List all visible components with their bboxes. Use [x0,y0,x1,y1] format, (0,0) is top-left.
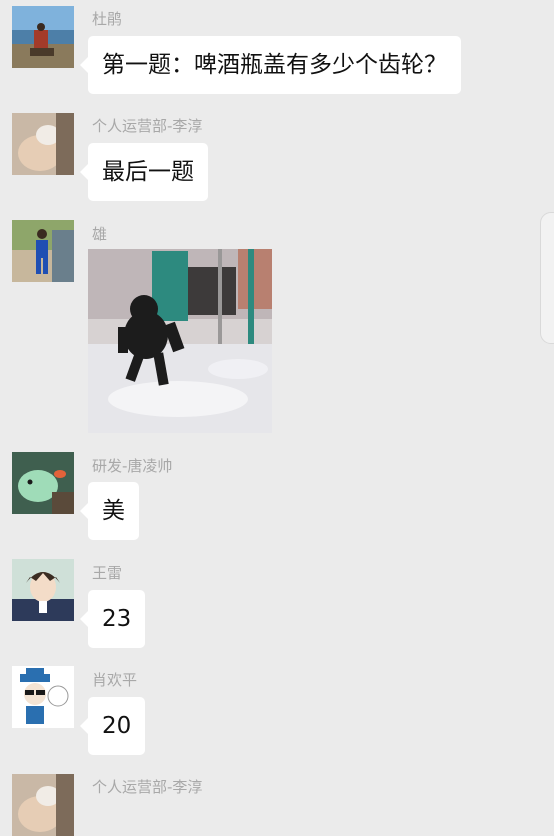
scroll-handle[interactable] [540,212,554,344]
message-bubble[interactable]: 20 [79,697,146,755]
sender-name: 雄 [92,225,108,243]
green-bird-avatar[interactable] [12,452,74,514]
sender-name: 肖欢平 [92,671,138,689]
landscape-rider-avatar[interactable] [12,6,74,68]
sender-name: 杜鹃 [92,10,123,28]
hand-pet-avatar[interactable] [12,774,74,836]
cartoon-hat-avatar[interactable] [12,666,74,728]
message-bubble[interactable]: 第一题：啤酒瓶盖有多少个齿轮？ [80,36,461,94]
gorilla-dancing-sticker[interactable] [88,249,272,433]
sender-name: 研发-唐凌帅 [92,457,173,475]
anime-boy-avatar[interactable] [12,559,74,621]
chat-message-list[interactable]: 杜鹃 第一题：啤酒瓶盖有多少个齿轮？ 个人运营部-李淳 最后一题 雄 研发-唐凌… [0,0,554,836]
message-bubble[interactable]: 23 [79,590,146,648]
message-bubble[interactable]: 美 [80,482,139,540]
blue-suit-man-avatar[interactable] [12,220,74,282]
sender-name: 个人运营部-李淳 [92,778,203,796]
hand-pet-avatar[interactable] [12,113,74,175]
message-bubble[interactable]: 最后一题 [80,143,208,201]
sender-name: 王雷 [92,564,123,582]
sender-name: 个人运营部-李淳 [92,117,203,135]
